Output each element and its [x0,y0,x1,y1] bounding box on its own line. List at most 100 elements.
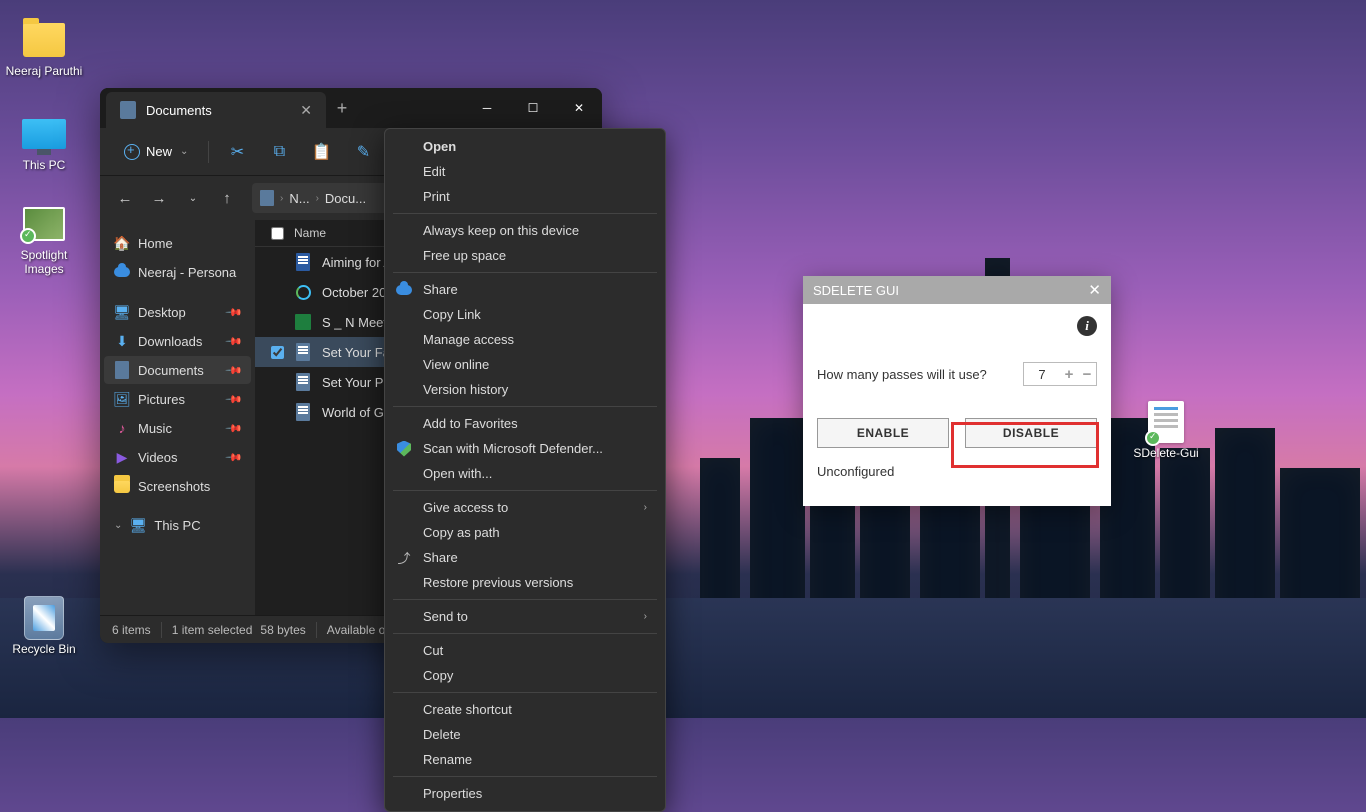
rename-button[interactable]: ✎ [345,136,381,168]
document-icon [1142,400,1190,444]
new-button[interactable]: New ⌄ [114,138,198,166]
disable-button[interactable]: DISABLE [965,418,1097,448]
sidebar-item-documents[interactable]: Documents📌 [104,356,251,384]
ctx-add-favorites[interactable]: Add to Favorites [385,411,665,436]
sidebar-item-this-pc[interactable]: ⌄🖥This PC [104,511,251,539]
ctx-version-history[interactable]: Version history [385,377,665,402]
desktop-icon-user-folder[interactable]: Neeraj Paruthi [4,18,84,78]
sidebar-item-downloads[interactable]: ⬇Downloads📌 [104,327,251,355]
desktop-icon-sdelete-gui[interactable]: SDelete-Gui [1126,400,1206,460]
breadcrumb-seg[interactable]: Docu... [325,191,366,206]
paste-button[interactable]: 📋 [303,136,339,168]
sdelete-window: SDELETE GUI ✕ i How many passes will it … [803,276,1111,506]
sidebar-item-videos[interactable]: ▶Videos📌 [104,443,251,471]
ctx-give-access[interactable]: Give access to› [385,495,665,520]
ctx-always-keep[interactable]: Always keep on this device [385,218,665,243]
decrement-button[interactable]: − [1078,366,1096,383]
close-button[interactable]: ✕ [556,88,602,128]
ctx-delete[interactable]: Delete [385,722,665,747]
home-icon: 🏠 [114,235,130,251]
desktop-icon: 🖥 [114,304,130,320]
document-icon [114,362,130,378]
ctx-cut[interactable]: Cut [385,638,665,663]
recent-button[interactable]: ⌄ [178,183,208,213]
sdelete-title: SDELETE GUI [813,283,899,298]
folder-icon [20,18,68,62]
sdelete-titlebar[interactable]: SDELETE GUI ✕ [803,276,1111,304]
tab-documents[interactable]: Documents ✕ [106,92,326,128]
ctx-copy-path[interactable]: Copy as path [385,520,665,545]
sidebar-item-home[interactable]: 🏠Home [104,229,251,257]
folder-icon [114,478,130,494]
desktop-icon-this-pc[interactable]: This PC [4,112,84,172]
breadcrumb-seg[interactable]: N... [289,191,309,206]
pin-icon: 📌 [225,332,244,351]
ctx-free-up[interactable]: Free up space [385,243,665,268]
desktop-icon-recycle-bin[interactable]: Recycle Bin [4,596,84,656]
ctx-share[interactable]: ⤴Share [385,545,665,570]
close-tab-icon[interactable]: ✕ [300,102,312,119]
new-label: New [146,144,172,159]
desktop-icon-label: This PC [4,158,84,172]
file-checkbox[interactable] [271,346,284,359]
ctx-send-to[interactable]: Send to› [385,604,665,629]
document-icon [120,101,136,119]
chevron-right-icon: › [644,611,647,622]
back-button[interactable]: ← [110,183,140,213]
ctx-defender-scan[interactable]: Scan with Microsoft Defender... [385,436,665,461]
sidebar-item-onedrive[interactable]: Neeraj - Persona [104,258,251,286]
chevron-right-icon: › [280,193,283,204]
passes-value: 7 [1024,367,1060,382]
sidebar-item-pictures[interactable]: 🖼Pictures📌 [104,385,251,413]
status-size: 58 bytes [260,623,305,637]
pin-icon: 📌 [225,448,244,467]
minimize-button[interactable]: ─ [464,88,510,128]
ctx-copy[interactable]: Copy [385,663,665,688]
increment-button[interactable]: + [1060,366,1078,383]
up-button[interactable]: ↑ [212,183,242,213]
sidebar-item-desktop[interactable]: 🖥Desktop📌 [104,298,251,326]
desktop-icon-spotlight[interactable]: Spotlight Images [4,202,84,277]
info-icon[interactable]: i [1077,316,1097,336]
desktop-icon-label: SDelete-Gui [1126,446,1206,460]
titlebar[interactable]: Documents ✕ + ─ ☐ ✕ [100,88,602,128]
sidebar-item-screenshots[interactable]: Screenshots [104,472,251,500]
ctx-open-with[interactable]: Open with... [385,461,665,486]
ctx-restore-versions[interactable]: Restore previous versions [385,570,665,595]
ctx-manage-access[interactable]: Manage access [385,327,665,352]
ctx-copy-link[interactable]: Copy Link [385,302,665,327]
ctx-rename[interactable]: Rename [385,747,665,772]
plus-icon [124,144,140,160]
passes-stepper[interactable]: 7 + − [1023,362,1097,386]
column-name[interactable]: Name [294,226,326,240]
sdelete-question: How many passes will it use? [817,367,987,382]
ctx-share-onedrive[interactable]: Share [385,277,665,302]
chevron-right-icon: › [316,193,319,204]
ctx-create-shortcut[interactable]: Create shortcut [385,697,665,722]
close-button[interactable]: ✕ [1088,281,1101,299]
select-all-checkbox[interactable] [271,227,284,240]
cloud-icon [395,281,413,299]
ctx-properties[interactable]: Properties [385,781,665,806]
monitor-icon: 🖥 [130,517,146,533]
copy-button[interactable]: ⧉ [261,136,297,168]
desktop-icon-label: Recycle Bin [4,642,84,656]
word-icon [294,252,312,272]
cut-button[interactable]: ✂ [219,136,255,168]
photo-icon [20,202,68,246]
ctx-edit[interactable]: Edit [385,159,665,184]
ctx-print[interactable]: Print [385,184,665,209]
enable-button[interactable]: ENABLE [817,418,949,448]
excel-icon [294,312,312,332]
ctx-view-online[interactable]: View online [385,352,665,377]
download-icon: ⬇ [114,333,130,349]
ctx-open[interactable]: Open [385,134,665,159]
maximize-button[interactable]: ☐ [510,88,556,128]
status-count: 6 items [112,623,151,637]
forward-button[interactable]: → [144,183,174,213]
cloud-icon [114,264,130,280]
new-tab-button[interactable]: + [326,88,358,128]
sidebar-item-music[interactable]: ♪Music📌 [104,414,251,442]
tab-title: Documents [146,103,290,118]
sdelete-status: Unconfigured [817,464,1097,479]
